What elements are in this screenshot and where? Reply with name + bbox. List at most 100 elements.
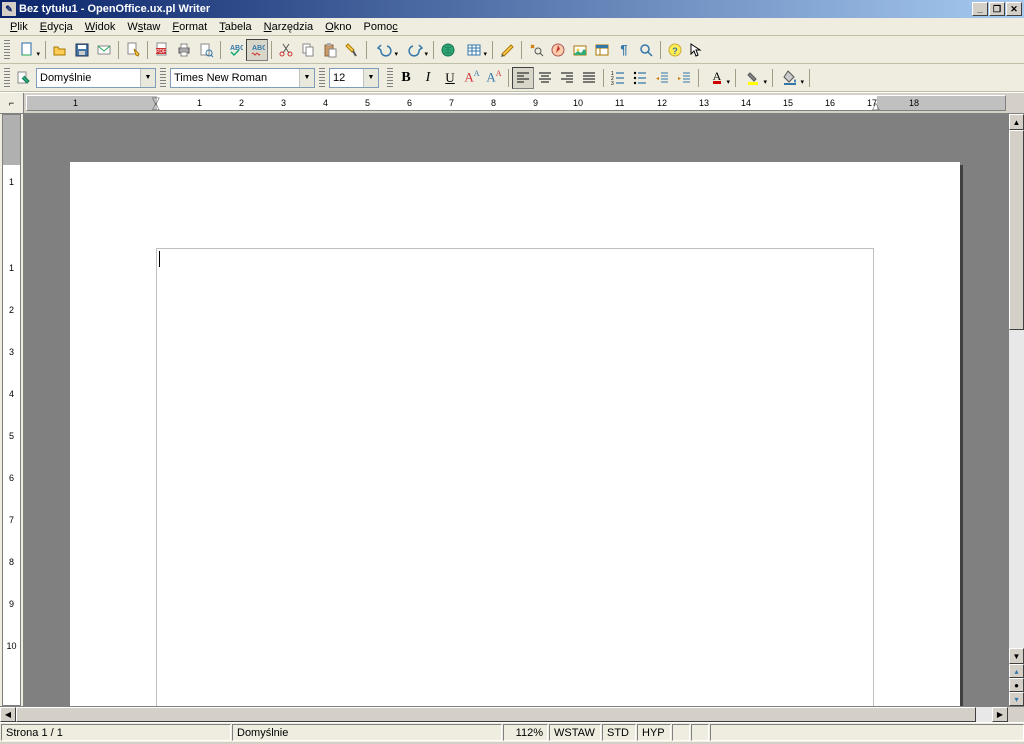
zoom-button[interactable] (635, 39, 657, 61)
underline-button[interactable]: U (439, 67, 461, 89)
align-center-button[interactable] (534, 67, 556, 89)
toolbar-grip[interactable] (4, 40, 10, 60)
status-style[interactable]: Domyślnie (232, 724, 502, 741)
scroll-down-button[interactable]: ▼ (1009, 648, 1024, 664)
paste-button[interactable] (319, 39, 341, 61)
help-button[interactable]: ? (664, 39, 686, 61)
status-selection-mode[interactable]: STD (602, 724, 636, 741)
vertical-scrollbar[interactable]: ▲ ▼ ▴ ● ▾ (1008, 114, 1024, 706)
shrink-font-button[interactable]: AA (483, 67, 505, 89)
indent-marker-right[interactable]: △ (872, 101, 880, 111)
indent-marker-left[interactable]: △ (152, 101, 160, 111)
italic-button[interactable]: I (417, 67, 439, 89)
scroll-track[interactable] (1009, 130, 1024, 648)
prev-page-button[interactable]: ▴ (1009, 664, 1024, 678)
vruler-num: 1 (3, 177, 20, 187)
status-hyphenation[interactable]: HYP (637, 724, 671, 741)
find-button[interactable] (525, 39, 547, 61)
ruler-num: 1 (197, 98, 202, 108)
status-zoom[interactable]: 112% (503, 724, 548, 741)
cut-button[interactable] (275, 39, 297, 61)
font-size-combo[interactable]: 12 ▼ (329, 68, 379, 88)
dropdown-icon[interactable]: ▼ (140, 69, 155, 87)
align-right-button[interactable] (556, 67, 578, 89)
print-preview-button[interactable] (195, 39, 217, 61)
paragraph-style-combo[interactable]: Domyślnie ▼ (36, 68, 156, 88)
font-color-button[interactable]: A (702, 67, 732, 89)
italic-icon: I (426, 70, 431, 86)
hscroll-track[interactable] (16, 707, 992, 722)
font-name-combo[interactable]: Times New Roman ▼ (170, 68, 315, 88)
bold-button[interactable]: B (395, 67, 417, 89)
dropdown-icon[interactable]: ▼ (299, 69, 314, 87)
menu-tabela[interactable]: Tabela (213, 20, 257, 34)
scroll-left-button[interactable]: ◀ (0, 707, 16, 722)
scroll-thumb[interactable] (1009, 130, 1024, 330)
spellcheck-button[interactable]: ABC (224, 39, 246, 61)
navigator-button[interactable] (547, 39, 569, 61)
scroll-right-button[interactable]: ▶ (992, 707, 1008, 722)
status-modified[interactable] (672, 724, 690, 741)
minimize-button[interactable]: _ (972, 2, 988, 16)
menu-okno[interactable]: Okno (319, 20, 357, 34)
status-signature[interactable] (691, 724, 709, 741)
status-misc[interactable] (710, 724, 1024, 741)
save-button[interactable] (71, 39, 93, 61)
background-color-button[interactable] (776, 67, 806, 89)
whatsthis-button[interactable] (686, 39, 708, 61)
menu-widok[interactable]: Widok (79, 20, 122, 34)
show-draw-button[interactable] (496, 39, 518, 61)
horizontal-scrollbar[interactable]: ◀ ▶ (0, 706, 1024, 722)
ruler-corner[interactable]: ⌐ (0, 93, 24, 113)
autospellcheck-button[interactable]: ABC (246, 39, 268, 61)
toolbar-grip[interactable] (319, 68, 325, 88)
page[interactable] (70, 162, 960, 706)
window-controls: _ ❐ ✕ (972, 2, 1022, 16)
redo-button[interactable] (400, 39, 430, 61)
toolbar-grip[interactable] (160, 68, 166, 88)
numbered-list-button[interactable]: 123 (607, 67, 629, 89)
grow-font-button[interactable]: AA (461, 67, 483, 89)
new-button[interactable] (12, 39, 42, 61)
increase-indent-button[interactable] (673, 67, 695, 89)
undo-button[interactable] (370, 39, 400, 61)
bullet-list-button[interactable] (629, 67, 651, 89)
toolbar-grip[interactable] (387, 68, 393, 88)
open-button[interactable] (49, 39, 71, 61)
status-insert-mode[interactable]: WSTAW (549, 724, 601, 741)
align-justify-button[interactable] (578, 67, 600, 89)
menu-narzedzia[interactable]: Narzędzia (258, 20, 320, 34)
styles-button[interactable] (12, 67, 34, 89)
horizontal-ruler[interactable]: 1 1 2 3 4 5 6 7 8 9 10 11 12 13 14 15 16… (26, 95, 1006, 111)
menu-format[interactable]: Format (166, 20, 213, 34)
highlight-button[interactable] (739, 67, 769, 89)
datasources-button[interactable] (591, 39, 613, 61)
print-button[interactable] (173, 39, 195, 61)
menu-edycja[interactable]: Edycja (34, 20, 79, 34)
dropdown-icon[interactable]: ▼ (363, 69, 378, 87)
hyperlink-button[interactable] (437, 39, 459, 61)
document-area[interactable] (24, 114, 1008, 706)
menu-plik[interactable]: Plik (4, 20, 34, 34)
table-button[interactable] (459, 39, 489, 61)
copy-button[interactable] (297, 39, 319, 61)
next-page-button[interactable]: ▾ (1009, 692, 1024, 706)
status-page[interactable]: Strona 1 / 1 (1, 724, 231, 741)
toolbar-grip[interactable] (4, 68, 10, 88)
format-paintbrush-button[interactable] (341, 39, 363, 61)
align-left-button[interactable] (512, 67, 534, 89)
navigation-button[interactable]: ● (1009, 678, 1024, 692)
hscroll-thumb[interactable] (16, 707, 976, 722)
menu-pomoc[interactable]: Pomoc (357, 20, 403, 34)
nonprinting-button[interactable]: ¶ (613, 39, 635, 61)
gallery-button[interactable] (569, 39, 591, 61)
edit-file-button[interactable] (122, 39, 144, 61)
mail-button[interactable] (93, 39, 115, 61)
scroll-up-button[interactable]: ▲ (1009, 114, 1024, 130)
close-button[interactable]: ✕ (1006, 2, 1022, 16)
menu-wstaw[interactable]: Wstaw (121, 20, 166, 34)
decrease-indent-button[interactable] (651, 67, 673, 89)
restore-button[interactable]: ❐ (989, 2, 1005, 16)
export-pdf-button[interactable]: PDF (151, 39, 173, 61)
vertical-ruler[interactable]: 1 1 2 3 4 5 6 7 8 9 10 (2, 114, 21, 706)
